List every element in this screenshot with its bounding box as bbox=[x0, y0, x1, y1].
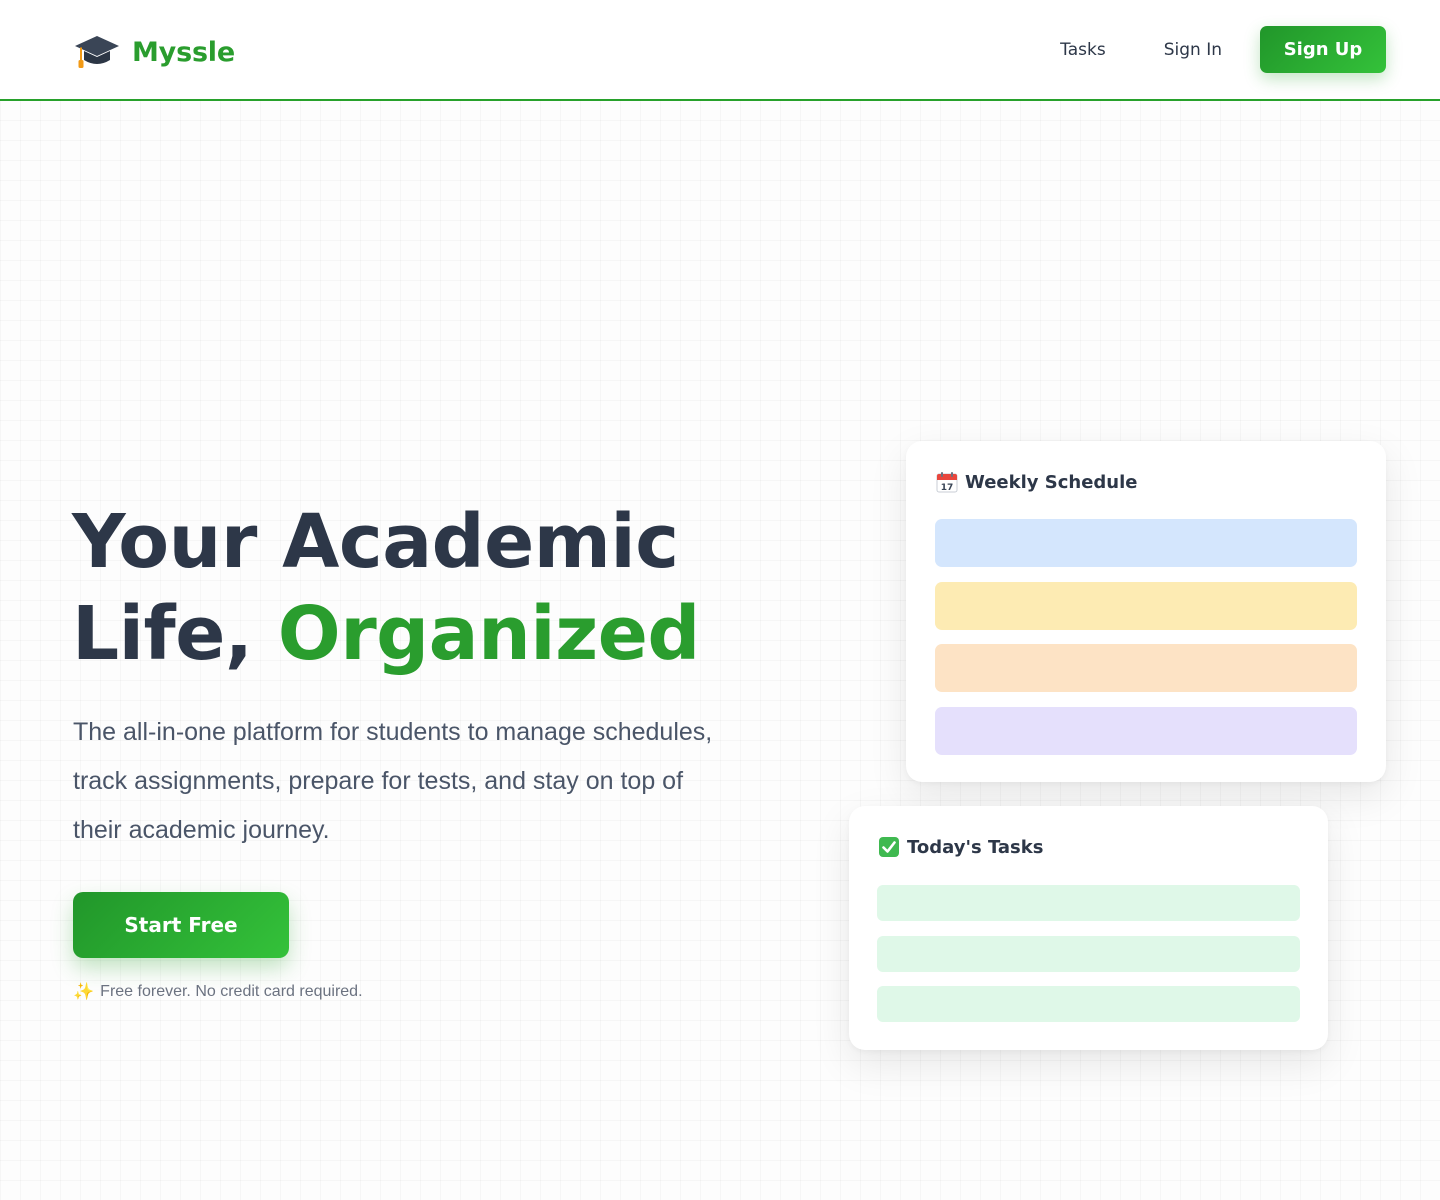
sign-up-button[interactable]: Sign Up bbox=[1260, 26, 1386, 73]
schedule-bar bbox=[935, 706, 1357, 755]
weekly-schedule-header: 17 Weekly Schedule bbox=[936, 471, 1138, 493]
top-navbar: Myssle Tasks Sign In Sign Up bbox=[0, 0, 1440, 101]
svg-text:17: 17 bbox=[941, 483, 954, 493]
todays-tasks-header: Today's Tasks bbox=[878, 836, 1043, 858]
nav-links: Tasks Sign In Sign Up bbox=[1060, 26, 1386, 73]
schedule-bar bbox=[935, 644, 1357, 692]
brand-name: Myssle bbox=[132, 36, 235, 68]
task-bar bbox=[877, 885, 1300, 921]
calendar-icon: 17 bbox=[936, 472, 958, 493]
todays-tasks-title: Today's Tasks bbox=[907, 836, 1044, 858]
nav-link-tasks[interactable]: Tasks bbox=[1060, 40, 1106, 60]
task-bar bbox=[877, 986, 1300, 1022]
task-bar bbox=[877, 935, 1300, 972]
free-note-text: Free forever. No credit card required. bbox=[100, 983, 363, 1000]
weekly-schedule-card: 17 Weekly Schedule bbox=[906, 441, 1386, 782]
nav-link-sign-in[interactable]: Sign In bbox=[1164, 40, 1222, 60]
hero-title-line2-prefix: Life, bbox=[72, 591, 278, 677]
schedule-bar bbox=[935, 519, 1357, 567]
hero-title-accent: Organized bbox=[277, 591, 701, 677]
schedule-bar bbox=[935, 581, 1357, 630]
graduation-cap-icon bbox=[75, 36, 119, 68]
brand-logo[interactable]: Myssle bbox=[74, 30, 235, 74]
hero-title: Your Academic Life, Organized bbox=[72, 496, 752, 680]
hero-subtitle: The all-in-one platform for students to … bbox=[73, 718, 713, 844]
free-note: ✨ Free forever. No credit card required. bbox=[73, 982, 363, 1002]
hero-title-line1: Your Academic bbox=[72, 499, 679, 585]
weekly-schedule-title: Weekly Schedule bbox=[965, 471, 1138, 493]
checkmark-icon bbox=[879, 837, 899, 857]
todays-tasks-card: Today's Tasks bbox=[849, 806, 1328, 1050]
start-free-button[interactable]: Start Free bbox=[73, 892, 289, 958]
sparkles-icon: ✨ bbox=[73, 982, 95, 1001]
